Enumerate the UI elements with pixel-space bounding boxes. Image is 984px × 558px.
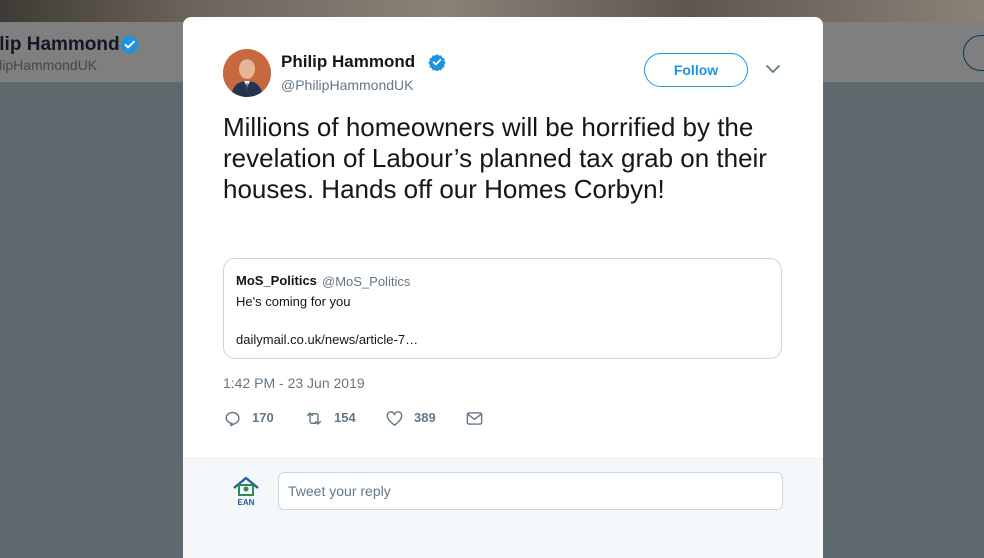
quoted-tweet[interactable]: MoS_Politics @MoS_Politics He's coming f… bbox=[223, 258, 782, 359]
author-avatar[interactable] bbox=[223, 49, 271, 97]
reply-action[interactable]: 170 bbox=[223, 408, 274, 428]
retweet-icon bbox=[306, 411, 322, 425]
background-profile-handle: ilipHammondUK bbox=[0, 57, 98, 73]
background-verified-icon bbox=[120, 35, 139, 54]
tweet-text: Millions of homeowners will be horrified… bbox=[223, 112, 767, 204]
reply-icon bbox=[225, 411, 240, 426]
verified-badge-icon bbox=[428, 54, 446, 71]
envelope-icon bbox=[466, 411, 483, 425]
svg-text:EAN: EAN bbox=[238, 498, 255, 507]
author-name[interactable]: Philip Hammond bbox=[281, 52, 415, 72]
like-count: 389 bbox=[414, 410, 436, 425]
avatar-portrait-icon bbox=[223, 49, 271, 97]
background-profile-name: ilip Hammond bbox=[0, 34, 120, 55]
reply-count: 170 bbox=[252, 410, 274, 425]
quoted-tweet-link[interactable]: dailymail.co.uk/news/article-7… bbox=[236, 332, 418, 347]
reply-composer: EAN Tweet your reply bbox=[183, 458, 823, 558]
author-handle[interactable]: @PhilipHammondUK bbox=[281, 77, 413, 93]
reply-input[interactable]: Tweet your reply bbox=[278, 472, 783, 510]
chevron-down-icon[interactable] bbox=[765, 63, 781, 75]
like-action[interactable]: 389 bbox=[385, 408, 436, 428]
follow-button[interactable]: Follow bbox=[644, 53, 748, 87]
quoted-tweet-text: He's coming for you bbox=[236, 294, 351, 309]
tweet-modal: Philip Hammond @PhilipHammondUK Follow M… bbox=[183, 17, 823, 558]
heart-icon bbox=[386, 410, 403, 426]
direct-message-action[interactable] bbox=[465, 408, 484, 428]
retweet-action[interactable]: 154 bbox=[304, 408, 356, 428]
quoted-author-name: MoS_Politics bbox=[236, 273, 317, 288]
retweet-count: 154 bbox=[334, 410, 356, 425]
quoted-author-handle: @MoS_Politics bbox=[322, 274, 411, 289]
tweet-timestamp[interactable]: 1:42 PM - 23 Jun 2019 bbox=[223, 375, 365, 391]
user-avatar-logo[interactable]: EAN bbox=[230, 475, 262, 507]
